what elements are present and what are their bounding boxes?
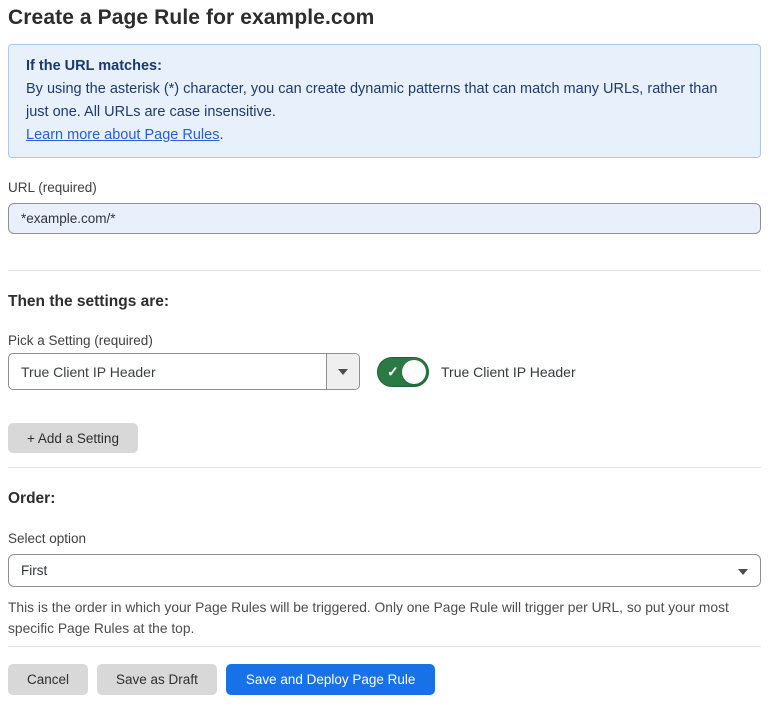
chevron-down-icon <box>338 369 348 375</box>
learn-more-link[interactable]: Learn more about Page Rules <box>26 127 219 143</box>
settings-section-heading: Then the settings are: <box>8 294 761 310</box>
setting-dropdown-caret-button[interactable] <box>326 354 359 389</box>
check-icon: ✓ <box>387 364 399 378</box>
divider <box>8 646 761 647</box>
url-matches-info-box: If the URL matches: By using the asteris… <box>8 44 761 158</box>
order-help-text: This is the order in which your Page Rul… <box>8 597 761 639</box>
info-box-body: By using the asterisk (*) character, you… <box>26 78 743 124</box>
chevron-down-icon <box>738 569 748 575</box>
create-page-rule-form: Create a Page Rule for example.com If th… <box>8 6 761 695</box>
true-client-ip-toggle[interactable]: ✓ <box>377 357 429 387</box>
footer-actions: Cancel Save as Draft Save and Deploy Pag… <box>8 664 761 695</box>
info-box-heading: If the URL matches: <box>26 55 743 78</box>
save-and-deploy-button[interactable]: Save and Deploy Page Rule <box>226 664 436 695</box>
setting-dropdown-value: True Client IP Header <box>9 354 326 389</box>
page-title: Create a Page Rule for example.com <box>8 6 761 30</box>
setting-dropdown[interactable]: True Client IP Header <box>8 353 360 390</box>
link-suffix-period: . <box>219 127 223 143</box>
info-box-link-row: Learn more about Page Rules. <box>26 124 743 147</box>
order-select[interactable]: First <box>8 554 761 587</box>
order-select-value: First <box>21 563 47 578</box>
toggle-knob <box>402 360 426 384</box>
add-setting-button[interactable]: + Add a Setting <box>8 423 138 453</box>
order-section-heading: Order: <box>8 491 761 507</box>
toggle-setting-label: True Client IP Header <box>441 364 576 380</box>
divider <box>8 467 761 468</box>
url-field-label: URL (required) <box>8 181 761 195</box>
url-input[interactable] <box>8 203 761 234</box>
pick-setting-label: Pick a Setting (required) <box>8 334 761 348</box>
setting-row: True Client IP Header ✓ True Client IP H… <box>8 353 761 390</box>
save-as-draft-button[interactable]: Save as Draft <box>97 664 217 695</box>
divider <box>8 270 761 271</box>
cancel-button[interactable]: Cancel <box>8 664 88 695</box>
select-option-label: Select option <box>8 532 761 546</box>
